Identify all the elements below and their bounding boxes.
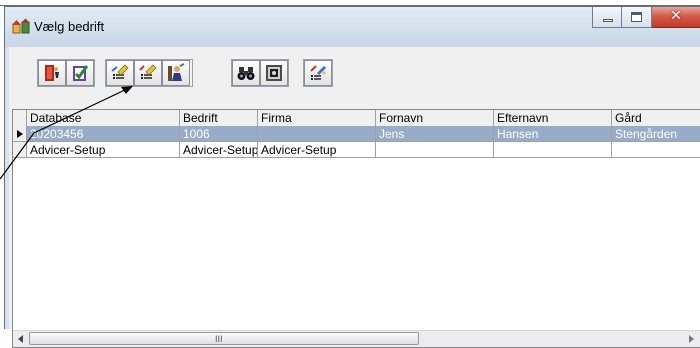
- checklist-button[interactable]: [66, 60, 94, 86]
- grid-header: Database Bedrift Firma Fornavn Efternavn…: [13, 110, 700, 127]
- column-header-gaard[interactable]: Gård: [612, 110, 700, 126]
- row-indicator-current: [13, 126, 27, 142]
- exit-door-icon: [42, 63, 62, 83]
- edit-list-alt-button[interactable]: [134, 60, 162, 86]
- cell-database[interactable]: Advicer-Setup: [27, 142, 180, 158]
- cell-fornavn[interactable]: Jens: [376, 126, 494, 142]
- header-indicator-cell: [13, 110, 27, 126]
- company-grid[interactable]: Database Bedrift Firma Fornavn Efternavn…: [12, 109, 700, 348]
- edit-list-alt-icon: [138, 63, 158, 83]
- scrollbar-grip: III: [215, 334, 223, 344]
- window-client-area: Database Bedrift Firma Fornavn Efternavn…: [9, 47, 700, 348]
- settings-wand-icon: [308, 63, 328, 83]
- exit-button[interactable]: [38, 60, 66, 86]
- column-header-database[interactable]: Database: [27, 110, 180, 126]
- close-button[interactable]: ✕: [652, 7, 700, 28]
- table-row[interactable]: Advicer-Setup Advicer-Setup Advicer-Setu…: [13, 142, 700, 158]
- column-header-fornavn[interactable]: Fornavn: [376, 110, 494, 126]
- toolbar-group-1: [37, 59, 95, 87]
- toolbar: [9, 47, 700, 97]
- minimize-icon: [603, 19, 613, 22]
- window-title: Vælg bedrift: [34, 19, 105, 34]
- cell-efternavn[interactable]: [494, 142, 612, 158]
- column-header-bedrift[interactable]: Bedrift: [180, 110, 258, 126]
- binoculars-icon: [236, 63, 256, 83]
- search-button[interactable]: [232, 60, 260, 86]
- scrollbar-thumb[interactable]: III: [29, 332, 419, 345]
- safe-icon: [264, 63, 284, 83]
- choose-company-window: Vælg bedrift ✕ Database Bedrift Firma Fo…: [4, 6, 700, 348]
- settings-button[interactable]: [304, 60, 332, 86]
- toolbar-group-4: [303, 59, 333, 87]
- horizontal-scrollbar[interactable]: III: [13, 330, 700, 347]
- column-header-firma[interactable]: Firma: [258, 110, 376, 126]
- cell-database[interactable]: 20203456: [27, 126, 180, 142]
- cell-firma[interactable]: Advicer-Setup: [258, 142, 376, 158]
- edit-list-icon: [110, 63, 130, 83]
- person-setup-icon: [166, 63, 186, 83]
- toolbar-group-2: [105, 59, 193, 87]
- cell-firma[interactable]: [258, 126, 376, 142]
- title-bar[interactable]: Vælg bedrift ✕: [5, 7, 700, 47]
- checklist-icon: [70, 63, 90, 83]
- cell-bedrift[interactable]: Advicer-Setup: [180, 142, 258, 158]
- cell-gaard[interactable]: Stengården: [612, 126, 700, 142]
- column-header-efternavn[interactable]: Efternavn: [494, 110, 612, 126]
- safe-button[interactable]: [260, 60, 288, 86]
- row-indicator: [13, 142, 27, 158]
- scroll-left-arrow-icon[interactable]: [18, 335, 23, 343]
- toolbar-group-3: [231, 59, 289, 87]
- cell-fornavn[interactable]: [376, 142, 494, 158]
- person-setup-button[interactable]: [162, 60, 190, 86]
- maximize-icon: [631, 12, 642, 22]
- caption-buttons: ✕: [592, 7, 700, 29]
- edit-list-button[interactable]: [106, 60, 134, 86]
- minimize-button[interactable]: [592, 7, 622, 28]
- app-icon: [12, 18, 30, 34]
- close-icon: ✕: [670, 8, 682, 24]
- cell-bedrift[interactable]: 1006: [180, 126, 258, 142]
- scroll-right-arrow-icon[interactable]: [689, 335, 694, 343]
- cell-efternavn[interactable]: Hansen: [494, 126, 612, 142]
- cell-gaard[interactable]: [612, 142, 700, 158]
- table-row[interactable]: 20203456 1006 Jens Hansen Stengården: [13, 126, 700, 142]
- maximize-button[interactable]: [622, 7, 652, 28]
